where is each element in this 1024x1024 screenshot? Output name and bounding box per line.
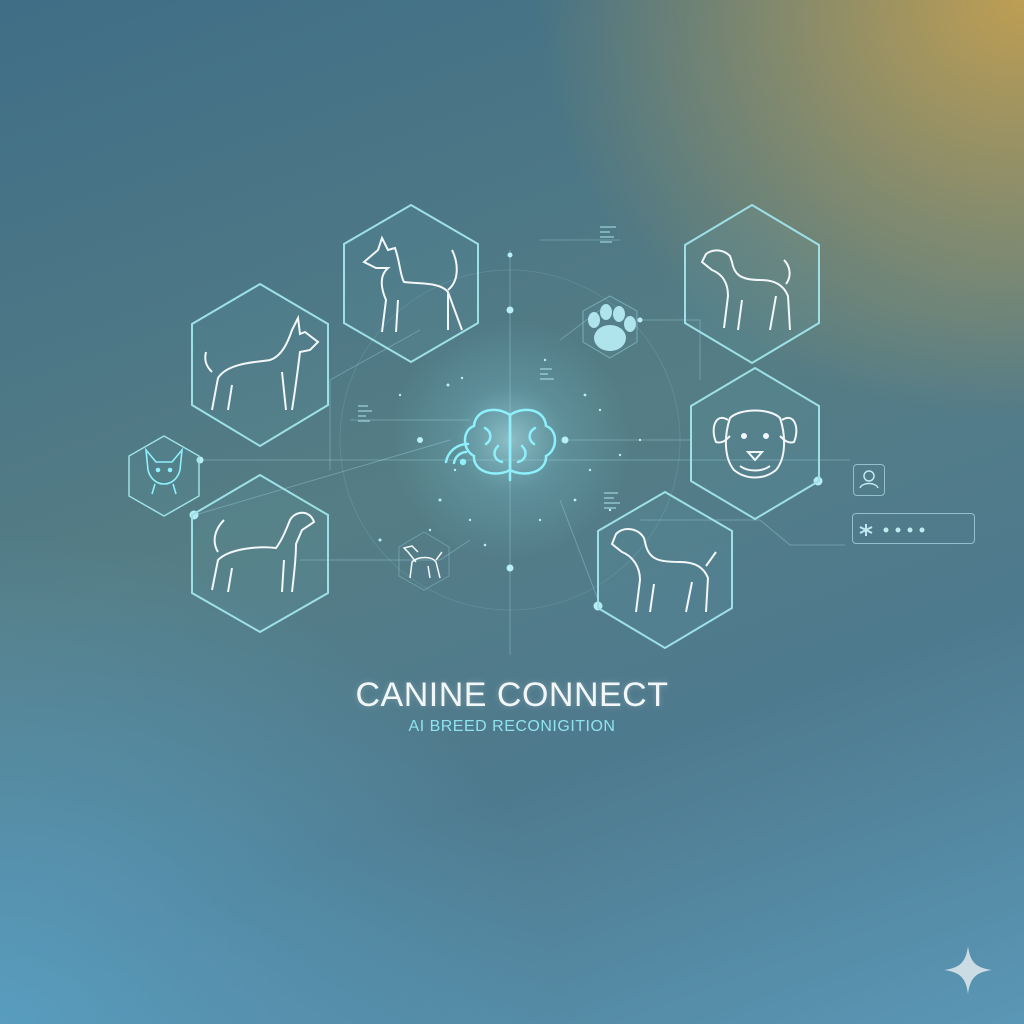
network-illustration: [128, 203, 925, 655]
page-title: CANINE CONNECT: [355, 676, 669, 714]
small-dog-icon: [402, 545, 443, 579]
hex-paw[interactable]: [582, 295, 638, 359]
hex-doberman[interactable]: [191, 282, 329, 448]
sparkle-icon: [944, 946, 992, 994]
hex-small-dog[interactable]: [398, 531, 450, 591]
hex-retriever[interactable]: [597, 490, 733, 650]
password-field[interactable]: [852, 513, 975, 544]
profile-button[interactable]: [853, 464, 885, 496]
hex-labrador[interactable]: [684, 203, 820, 365]
hex-pointer[interactable]: [191, 473, 329, 634]
hex-bulldog[interactable]: [690, 366, 820, 521]
page-subtitle: AI BREED RECONIGITION: [408, 718, 616, 735]
hex-chihuahua[interactable]: [128, 435, 200, 517]
